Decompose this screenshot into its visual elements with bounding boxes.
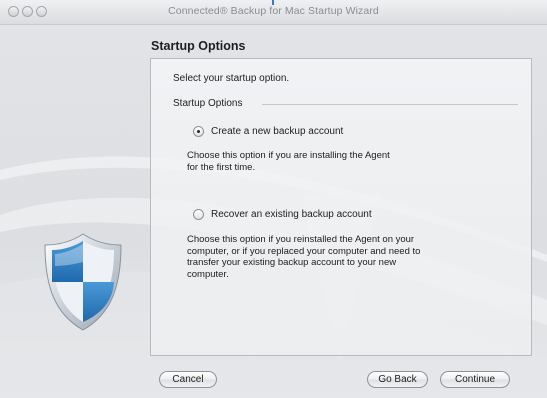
option-recover-account[interactable]: Recover an existing backup account [193,209,372,220]
title-bar: Connected® Backup for Mac Startup Wizard [0,0,547,25]
radio-recover-account[interactable] [193,209,204,220]
option-label-create: Create a new backup account [211,126,344,137]
continue-button[interactable]: Continue [440,371,510,388]
cancel-button[interactable]: Cancel [159,371,217,388]
option-create-account[interactable]: Create a new backup account [193,126,343,137]
option-description-create: Choose this option if you are installing… [187,150,390,173]
shield-icon [44,233,122,331]
radio-create-account[interactable] [193,126,204,137]
group-label: Startup Options [173,98,243,109]
go-back-button[interactable]: Go Back [367,371,428,388]
option-label-recover: Recover an existing backup account [211,209,372,220]
wizard-window: Connected® Backup for Mac Startup Wizard… [0,0,547,398]
prompt-text: Select your startup option. [173,73,290,84]
option-description-recover: Choose this option if you reinstalled th… [187,234,421,280]
page-title: Startup Options [151,39,246,53]
window-title: Connected® Backup for Mac Startup Wizard [168,5,379,17]
group-divider [262,104,518,105]
